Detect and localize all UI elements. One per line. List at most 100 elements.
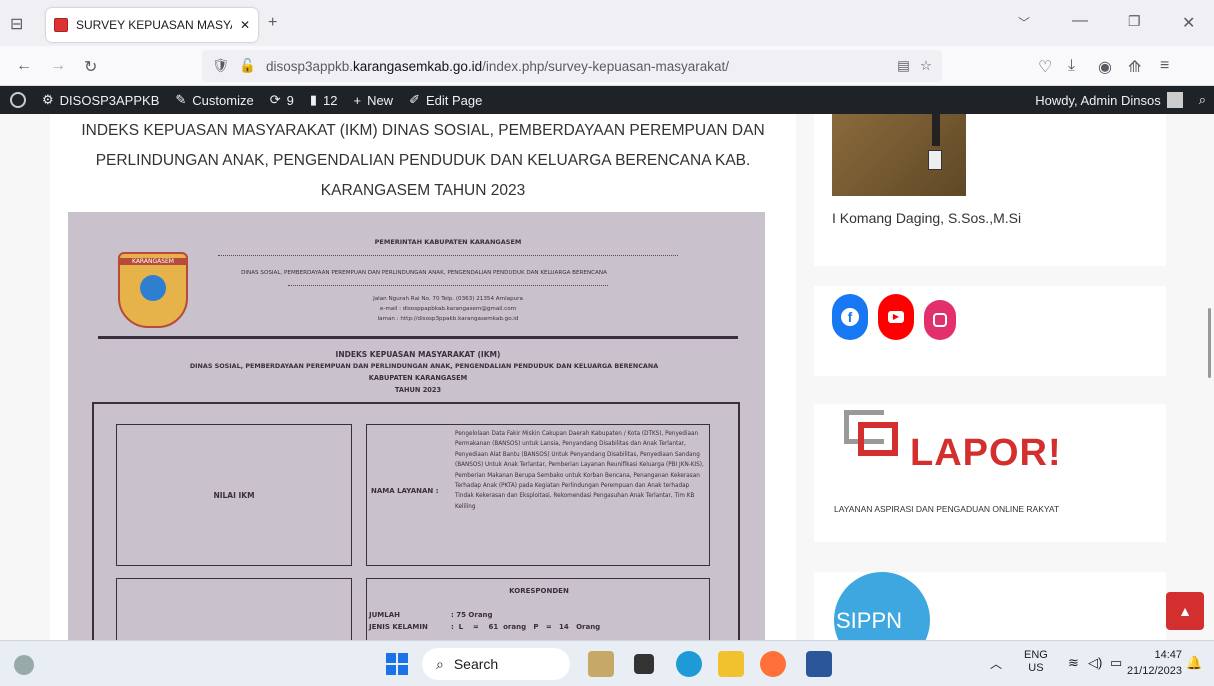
site-favicon-icon [54,18,68,32]
responden-title: KORESPONDEN [509,587,569,595]
search-icon[interactable]: ⌕ [1191,86,1214,114]
tab-title: SURVEY KEPUASAN MASYARAK [76,18,232,32]
minimize-icon[interactable]: — [1072,12,1088,30]
search-icon: ⌕ [436,655,444,672]
document-divider [98,336,738,339]
youtube-icon[interactable]: ▶ [878,294,914,340]
document-logo: KARANGASEM [118,252,188,328]
wp-account-link[interactable]: Howdy, Admin Dinsos [1027,86,1190,114]
menu-icon[interactable]: ≡ [1160,57,1169,75]
file-explorer-icon[interactable] [718,651,744,677]
back-icon[interactable]: ← [16,57,32,75]
page-content: INDEKS KEPUASAN MASYARAKAT (IKM) DINAS S… [0,114,1214,640]
nilai-ikm-label: NILAI IKM [213,490,255,500]
official-name: I Komang Daging, S.Sos.,M.Si [832,210,1022,226]
lapor-title: LAPOR! [910,432,1062,474]
wp-updates-link[interactable]: ⟳ 9 [262,86,302,114]
restore-icon[interactable]: ❐ [1128,13,1141,30]
updates-icon: ⟳ [269,92,281,107]
document-email: e-mail : disosppapbkab.karangasem@gmail.… [379,306,517,312]
account-icon[interactable]: ◉ [1098,57,1112,77]
brush-icon: ✎ [175,92,187,107]
browser-tab-bar: ⊟ SURVEY KEPUASAN MASYARAK ✕ + ﹀ — ❐ ✕ [0,0,1214,46]
jumlah-value: : 75 Orang [451,611,493,619]
tab-close-icon[interactable]: ✕ [240,18,250,32]
layanan-text: Pengelolaan Data Fakir Miskin Cakupan Da… [455,431,704,510]
widgets-icon[interactable] [14,655,34,675]
language-indicator[interactable]: ENG US [1024,649,1048,675]
firefox-icon[interactable] [760,651,786,677]
forward-icon[interactable]: → [50,57,66,75]
wp-admin-bar: ⚙ DISOSP3APPKB ✎ Customize ⟳ 9 ▮ 12 + Ne… [0,86,1214,114]
wp-new-link[interactable]: + New [345,86,401,114]
wp-comments-link[interactable]: ▮ 12 [302,86,346,114]
volume-icon[interactable]: ◁) [1088,655,1102,671]
left-lower-box [116,578,352,640]
reader-view-icon[interactable]: ▤ [897,58,910,74]
sippn-text: SIPPN [836,608,903,633]
wp-edit-page-link[interactable]: ✐ Edit Page [401,86,490,114]
document-regency: KABUPATEN KARANGASEM [368,374,468,382]
clock[interactable]: 14:47 21/12/2023 [1124,647,1182,679]
official-card: I Komang Daging, S.Sos.,M.Si [814,114,1166,266]
lapor-subtitle: LAYANAN ASPIRASI DAN PENGADUAN ONLINE RA… [834,504,1060,514]
wp-logo-icon[interactable] [0,86,34,114]
main-article: INDEKS KEPUASAN MASYARAKAT (IKM) DINAS S… [50,114,796,640]
nilai-ikm-box: NILAI IKM [116,424,352,566]
taskbar-app-icon[interactable] [588,651,614,677]
wp-customize-link[interactable]: ✎ Customize [167,86,261,114]
pencil-icon: ✐ [409,92,420,107]
instagram-icon[interactable] [924,300,956,340]
lapor-logo-icon [844,410,900,462]
page-title: INDEKS KEPUASAN MASYARAKAT (IKM) DINAS S… [81,122,765,199]
windows-taskbar: ⌕ Search ︿ ENG US ≋ ◁) ▭ 14:47 21/12/2023 … [0,640,1214,686]
insecure-lock-icon[interactable]: 🔓 [239,58,256,74]
avatar [1166,92,1183,108]
battery-icon[interactable]: ▭ [1110,655,1122,671]
notification-bell-icon[interactable]: 🔔 [1186,655,1202,671]
scroll-to-top-button[interactable]: ▲ [1166,592,1204,630]
plus-icon: + [353,92,362,108]
reload-icon[interactable]: ↻ [84,57,97,77]
download-icon[interactable]: ⤓ [1068,57,1075,75]
tray-chevron-icon[interactable]: ︿ [990,655,1002,672]
document-title: INDEKS KEPUASAN MASYARAKAT (IKM) [335,350,501,359]
lapor-card[interactable]: LAPOR! LAYANAN ASPIRASI DAN PENGADUAN ON… [814,404,1166,542]
edge-icon[interactable] [676,651,702,677]
responden-box: KORESPONDEN JUMLAH : 75 Orang JENIS KELA… [366,578,710,640]
extensions-icon[interactable]: ⟰ [1128,57,1141,77]
dashboard-icon: ⚙ [42,92,54,107]
jk-value: : L = 61 orang P = 14 Orang [451,623,601,631]
word-icon[interactable] [806,651,832,677]
document-subtitle: DINAS SOSIAL, PEMBERDAYAAN PEREMPUAN DAN… [189,362,659,370]
task-view-icon[interactable] [634,654,654,674]
tab-survey[interactable]: SURVEY KEPUASAN MASYARAK ✕ [46,8,258,42]
layanan-box: NAMA LAYANAN : Pengelolaan Data Fakir Mi… [366,424,710,566]
document-balinese-script-2 [288,280,608,286]
pocket-icon[interactable]: ♡ [1038,57,1052,77]
document-address: Jalan Ngurah Rai No. 70 Telp. (0363) 213… [373,296,523,302]
sippn-card[interactable]: SIPPN [814,572,1166,640]
document-balinese-script [218,248,678,256]
jk-label: JENIS KELAMIN [369,623,428,631]
facebook-icon[interactable]: f [832,294,868,340]
page-scrollbar-thumb[interactable] [1208,308,1211,378]
document-dept-name: DINAS SOSIAL, PEMBERDAYAAN PEREMPUAN DAN… [241,270,607,276]
layanan-label: NAMA LAYANAN : [371,487,439,495]
wp-site-link[interactable]: ⚙ DISOSP3APPKB [34,86,167,114]
shield-icon[interactable]: 🛡 [212,58,229,74]
bookmark-star-icon[interactable]: ☆ [920,58,932,74]
tab-list-icon[interactable]: ⊟ [10,14,23,34]
wifi-icon[interactable]: ≋ [1068,655,1079,671]
navigation-bar: ← → ↻ 🛡 🔓 disosp3appkb.karangasemkab.go.… [0,46,1214,86]
tab-overflow-chevron-icon[interactable]: ﹀ [1018,14,1030,31]
taskbar-search[interactable]: ⌕ Search [422,648,570,680]
comment-icon: ▮ [309,92,317,107]
close-window-icon[interactable]: ✕ [1182,13,1195,33]
url-text: disosp3appkb.karangasemkab.go.id/index.p… [265,58,730,74]
ikm-document-image: KARANGASEM PEMERINTAH KABUPATEN KARANGAS… [68,212,765,640]
new-tab-icon[interactable]: + [268,14,277,32]
document-gov-name: PEMERINTAH KABUPATEN KARANGASEM [374,238,522,246]
address-bar[interactable]: 🛡 🔓 disosp3appkb.karangasemkab.go.id/ind… [202,50,942,82]
start-button[interactable] [386,653,408,675]
